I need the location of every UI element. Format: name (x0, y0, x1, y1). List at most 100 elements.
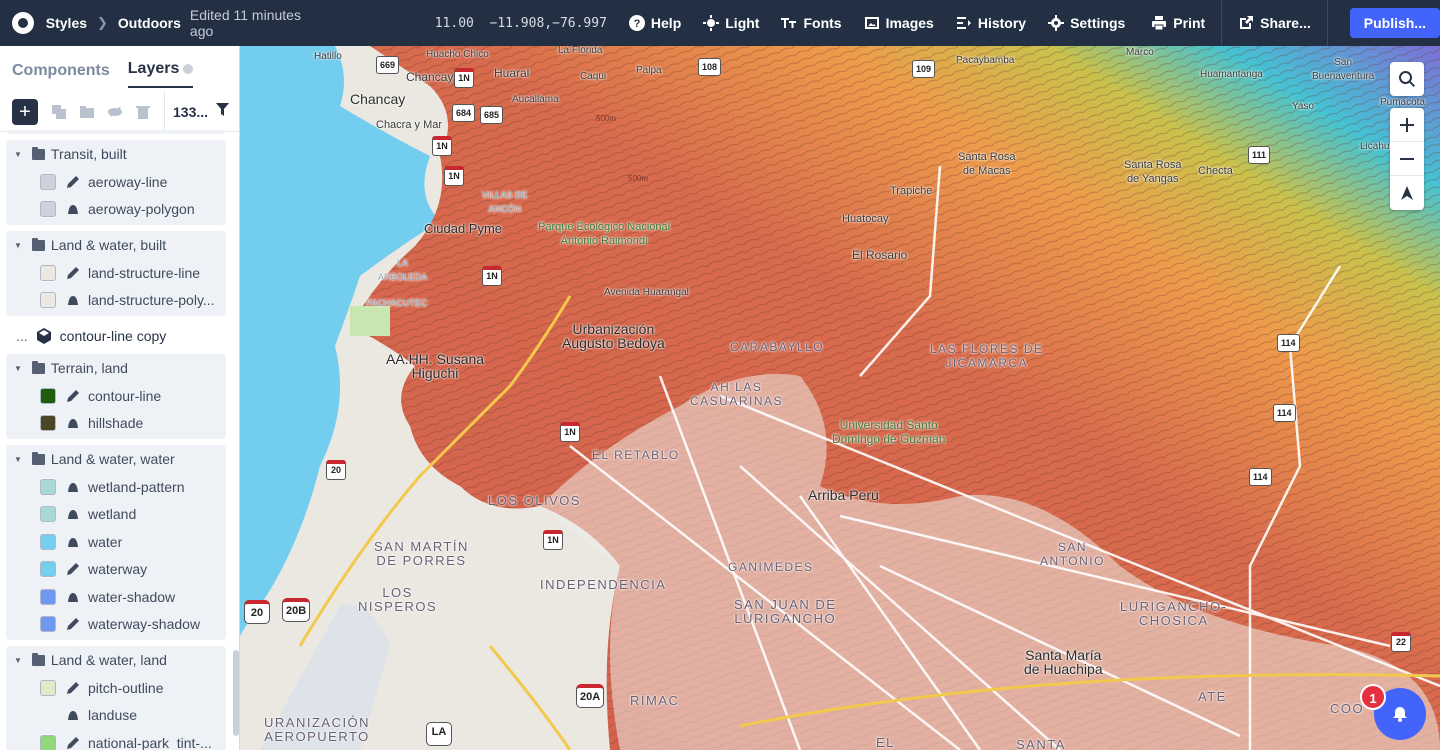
place-label: AA.HH. Susana Higuchi (386, 351, 485, 381)
layer-group-header[interactable]: ▼ Land & water, built (6, 231, 226, 259)
layer-row[interactable]: pitch-outline (6, 674, 226, 702)
place-label: Ciudad Pyme (424, 221, 503, 236)
svg-text:?: ? (634, 18, 641, 30)
fill-icon (66, 535, 80, 549)
layer-row[interactable]: land-structure-line (6, 259, 226, 287)
cube-icon (36, 328, 51, 344)
trash-icon[interactable] (136, 105, 150, 119)
layer-row[interactable]: wetland (6, 501, 226, 529)
route-shield: 111 (1248, 146, 1271, 164)
layer-color-swatch[interactable] (40, 415, 56, 432)
zoom-out-button[interactable] (1390, 142, 1424, 176)
layer-color-swatch[interactable] (40, 533, 56, 550)
caret-down-icon: ▼ (14, 363, 22, 373)
folder-icon[interactable] (80, 105, 94, 119)
tab-layers-label: Layers (127, 60, 180, 77)
layer-row[interactable]: hillshade (6, 410, 226, 438)
minus-icon (1400, 157, 1414, 160)
place-label: EL RETABLO (592, 448, 680, 462)
tab-components[interactable]: Components (12, 62, 110, 88)
place-label: SAN JUAN DE LURIGANCHO (734, 597, 837, 626)
add-layer-button[interactable]: + (12, 98, 38, 125)
layer-row[interactable]: wetland-pattern (6, 473, 226, 501)
hide-icon[interactable] (108, 105, 122, 119)
panel-tabs: Components Layers (0, 46, 239, 88)
zoom-in-button[interactable] (1390, 108, 1424, 142)
fonts-button[interactable]: Fonts (781, 15, 842, 31)
mapbox-logo-icon[interactable] (12, 12, 34, 34)
map-canvas[interactable]: Hatillo Huacho Chico La Florida Chancay … (240, 46, 1440, 750)
layer-color-swatch[interactable] (40, 616, 56, 633)
layer-name: pitch-outline (88, 679, 164, 696)
place-label: LOS OLIVOS (488, 493, 582, 508)
place-label: Hatillo (314, 51, 342, 62)
layer-color-swatch[interactable] (40, 679, 56, 696)
place-label: AH LAS CASUARINAS (690, 380, 784, 408)
place-label: Palpa (636, 65, 662, 76)
layer-name: water (88, 533, 123, 550)
layer-name: waterway (88, 561, 148, 578)
layer-color-swatch[interactable] (40, 478, 56, 495)
place-label: EL (876, 735, 895, 750)
toolbar-divider (1326, 0, 1328, 46)
help-button[interactable]: ? Help (628, 15, 681, 31)
pencil-icon (66, 266, 80, 280)
compass-button[interactable] (1390, 176, 1424, 210)
filter-icon[interactable] (216, 102, 230, 121)
layer-color-swatch[interactable] (40, 264, 56, 281)
layer-group-header[interactable]: ▼ Terrain, land (6, 354, 226, 382)
map-search-button[interactable] (1390, 62, 1424, 96)
layer-color-swatch[interactable] (40, 292, 56, 309)
route-shield: 108 (698, 58, 722, 76)
duplicate-icon[interactable] (52, 104, 66, 119)
layer-row[interactable]: land-structure-poly... (6, 287, 226, 315)
place-label: LA ARBOLEDA (378, 258, 428, 282)
layer-name: wetland (88, 506, 137, 523)
layer-row[interactable]: contour-line (6, 382, 226, 410)
place-label: SAN MARTÍN DE PORRES (374, 539, 469, 568)
contour-elevation-label: 500m (596, 114, 617, 123)
place-label: COO (1330, 701, 1365, 716)
layer-color-swatch[interactable] (40, 734, 56, 750)
layer-group-header[interactable]: ▼ Land & water, water (6, 445, 226, 473)
style-name[interactable]: Outdoors (118, 15, 181, 31)
layer-color-swatch[interactable] (40, 588, 56, 605)
help-icon: ? (628, 15, 645, 31)
layer-contour-line-copy[interactable]: ... contour-line copy (0, 322, 232, 350)
layer-row[interactable]: water-shadow (6, 583, 226, 611)
route-shield: 114 (1277, 334, 1300, 352)
history-button[interactable]: History (956, 15, 1026, 31)
layer-color-swatch[interactable] (40, 561, 56, 578)
layer-group-header[interactable]: ▼ Land & water, land (6, 646, 226, 674)
layer-row[interactable]: water (6, 528, 226, 556)
pencil-icon (66, 681, 80, 695)
images-button[interactable]: Images (864, 15, 934, 31)
layer-row[interactable]: landuse (6, 702, 226, 730)
light-button[interactable]: Light (703, 15, 759, 31)
panel-scrollbar[interactable] (233, 650, 239, 736)
share-button[interactable]: Share... (1238, 15, 1311, 31)
pencil-icon (66, 562, 80, 576)
place-label: Trapiche (890, 185, 933, 197)
route-shield: 1N (444, 166, 464, 186)
layer-color-swatch[interactable] (40, 506, 56, 523)
print-button[interactable]: Print (1151, 15, 1205, 31)
tab-layers[interactable]: Layers (127, 60, 194, 88)
publish-button[interactable]: Publish... (1349, 8, 1440, 38)
place-label: Universidad Santo Domingo de Guzmán (832, 418, 946, 446)
map-zoom-controls (1390, 108, 1424, 210)
layer-color-swatch[interactable] (40, 387, 56, 404)
layer-group-header[interactable]: ▼ Transit, built (6, 140, 226, 168)
layer-row[interactable]: waterway-shadow (6, 611, 226, 639)
chevron-right-icon: ❯ (97, 15, 108, 30)
place-label: LURIGANCHO- CHOSICA (1120, 599, 1228, 628)
status-dot-icon (183, 63, 194, 74)
breadcrumb-styles[interactable]: Styles (46, 15, 87, 31)
layer-color-swatch[interactable] (40, 173, 56, 190)
layer-row[interactable]: national-park_tint-... (6, 729, 226, 750)
layer-row[interactable]: aeroway-polygon (6, 196, 226, 224)
layer-color-swatch[interactable] (40, 201, 56, 218)
layer-row[interactable]: aeroway-line (6, 168, 226, 196)
settings-button[interactable]: Settings (1048, 15, 1125, 31)
layer-row[interactable]: waterway (6, 556, 226, 584)
